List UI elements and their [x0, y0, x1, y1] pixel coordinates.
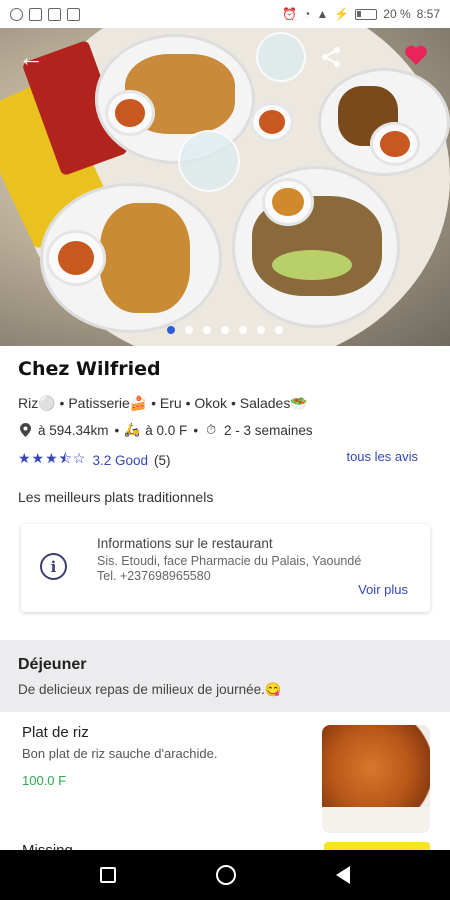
back-button[interactable]: ← — [14, 40, 48, 74]
dish-name: Plat de riz — [22, 724, 89, 741]
back-nav-button[interactable] — [336, 866, 350, 884]
info-icon: i — [40, 553, 67, 580]
dish-description: Bon plat de riz sauche d'arachide. — [22, 746, 218, 761]
gallery-dot[interactable] — [275, 326, 283, 334]
restaurant-name: Chez Wilfried — [18, 358, 161, 380]
restaurant-address: Sis. Etoudi, face Pharmacie du Palais, Y… — [97, 554, 362, 568]
see-more-link[interactable]: Voir plus — [358, 582, 408, 597]
bowl-salsa — [262, 178, 314, 226]
heart-icon — [405, 45, 427, 65]
signal-icon: ▲ — [316, 7, 329, 21]
bowl-sauce-left — [46, 230, 106, 286]
gallery-dot[interactable] — [221, 326, 229, 334]
dish-price: 100.0 F — [22, 773, 67, 788]
app-icon — [67, 7, 80, 21]
notification-icons — [10, 7, 80, 21]
delivery-scooter-icon: 🛵 — [124, 422, 141, 437]
gallery-dot[interactable] — [167, 326, 175, 334]
delivery-fee: à 0.0 F — [145, 422, 188, 438]
rating-count: (5) — [154, 452, 171, 468]
gallery-dot[interactable] — [203, 326, 211, 334]
status-bar: ⏰ ◔ ▲ ⚡ 20 % 8:57 — [0, 0, 450, 28]
system-navigation-bar — [0, 850, 450, 900]
rating-score: 3.2 Good — [92, 452, 149, 468]
section-title: Déjeuner — [18, 656, 87, 673]
dish-image — [322, 725, 430, 833]
timer-icon: ⏱ — [205, 422, 217, 437]
charging-icon: ⚡ — [334, 7, 350, 21]
bowl-sauce-mid — [250, 102, 294, 142]
gallery-dot[interactable] — [239, 326, 247, 334]
system-icons: ⏰ ◔ ▲ ⚡ 20 % 8:57 — [282, 7, 440, 21]
separator: • — [114, 422, 120, 438]
home-button[interactable] — [216, 865, 236, 885]
restaurant-categories: Riz⚪ • Patisserie🍰 • Eru • Okok • Salade… — [18, 395, 308, 411]
wifi-icon: ◔ — [303, 7, 311, 21]
gallery-pagination[interactable] — [0, 326, 450, 334]
rating-row: ★★★⯪☆ 3.2 Good (5) — [18, 448, 171, 472]
all-reviews-link[interactable]: tous les avis — [346, 449, 418, 464]
recent-apps-button[interactable] — [100, 867, 116, 883]
clock: 8:57 — [416, 7, 440, 21]
info-card-body: Sis. Etoudi, face Pharmacie du Palais, Y… — [97, 554, 397, 584]
water-glass — [178, 130, 240, 192]
favorite-button[interactable] — [404, 44, 428, 71]
share-button[interactable] — [314, 40, 348, 74]
restaurant-phone: Tel. +237698965580 — [97, 569, 211, 583]
restaurant-info-card[interactable]: i Informations sur le restaurant Sis. Et… — [21, 524, 430, 612]
gallery-dot[interactable] — [185, 326, 193, 334]
alarm-icon: ⏰ — [282, 7, 298, 21]
bowl-sauce-right — [370, 122, 420, 166]
bowl-sauce-top — [105, 90, 155, 136]
gallery-dot[interactable] — [257, 326, 265, 334]
section-subtitle: De delicieux repas de milieux de journée… — [18, 682, 282, 697]
restaurant-photo-gallery[interactable]: ← — [0, 28, 450, 346]
notification-icon — [10, 7, 23, 21]
plate-salad — [232, 166, 400, 328]
location-pin-icon — [18, 423, 32, 437]
mail-icon — [29, 7, 42, 21]
restaurant-tagline: Les meilleurs plats traditionnels — [18, 489, 214, 505]
menu-section-header: Déjeuner De delicieux repas de milieux d… — [0, 640, 450, 712]
rating-stars: ★★★⯪☆ — [18, 450, 87, 466]
info-card-title: Informations sur le restaurant — [97, 536, 273, 551]
share-icon — [322, 47, 340, 67]
battery-icon — [355, 8, 378, 20]
delivery-time: 2 - 3 semaines — [224, 422, 313, 438]
distance: à 594.34km — [38, 422, 109, 438]
battery-level: 20 % — [383, 7, 411, 21]
water-glass-2 — [256, 32, 306, 82]
separator: • — [193, 422, 199, 438]
delivery-info: à 594.34km • 🛵 à 0.0 F • ⏱ 2 - 3 semaine… — [18, 422, 313, 438]
image-icon — [48, 7, 61, 21]
